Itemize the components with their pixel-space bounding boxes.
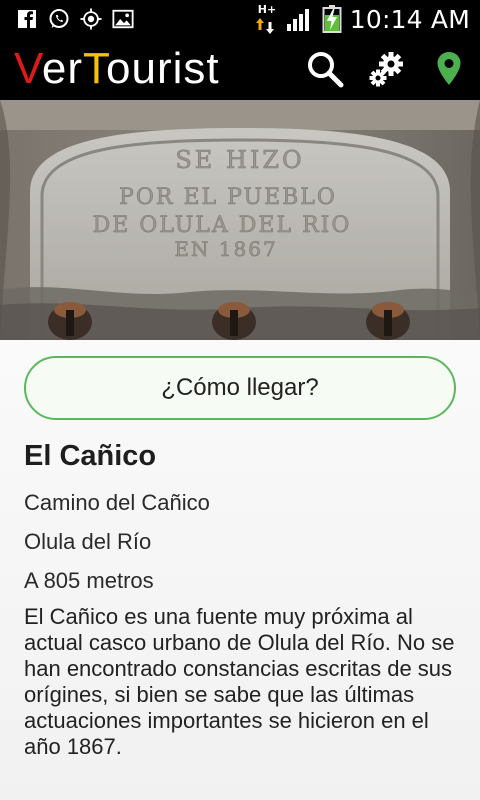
place-details: ¿Cómo llegar? El Cañico Camino del Cañic… (0, 340, 480, 800)
app-bar: VerTourist (0, 38, 480, 100)
location-button[interactable] (428, 48, 470, 90)
battery-charging-icon (322, 5, 342, 33)
network-type-label: H+ (257, 3, 277, 16)
directions-button[interactable]: ¿Cómo llegar? (24, 356, 456, 420)
place-address: Camino del Cañico (24, 490, 210, 515)
inscription-line-1: SE HIZO (175, 146, 304, 174)
data-arrows-icon: H+ (255, 3, 278, 34)
place-description: El Cañico es una fuente muy próxima al a… (24, 604, 455, 759)
status-bar: H+ 10:14 AM (0, 0, 480, 38)
facebook-icon (16, 8, 38, 30)
app-title-part-2: ourist (106, 44, 220, 93)
inscription-line-2: POR EL PUEBLO (119, 185, 337, 210)
place-town: Olula del Río (24, 529, 152, 554)
inscription-line-3: DE OLULA DEL RIO (93, 213, 352, 238)
app-title-part-1: er (41, 44, 84, 93)
search-button[interactable] (304, 48, 346, 90)
inscription-line-4: EN 1867 (174, 237, 277, 261)
app-title-letter-v: V (14, 44, 42, 93)
image-icon (112, 8, 134, 30)
settings-icon (369, 52, 403, 87)
app-title-letter-t: T (83, 44, 107, 93)
place-distance: A 805 metros (24, 568, 154, 593)
status-time: 10:14 AM (349, 4, 470, 34)
whatsapp-icon (48, 8, 70, 30)
app-title: VerTourist (14, 44, 220, 94)
place-photo: SE HIZO POR EL PUEBLO DE OLULA DEL RIO E… (0, 100, 480, 340)
place-name: El Cañico (24, 440, 157, 472)
search-icon (308, 52, 344, 88)
settings-button[interactable] (366, 48, 408, 90)
location-pin-icon (437, 52, 461, 85)
signal-icon (286, 6, 314, 32)
gps-icon (80, 8, 102, 30)
